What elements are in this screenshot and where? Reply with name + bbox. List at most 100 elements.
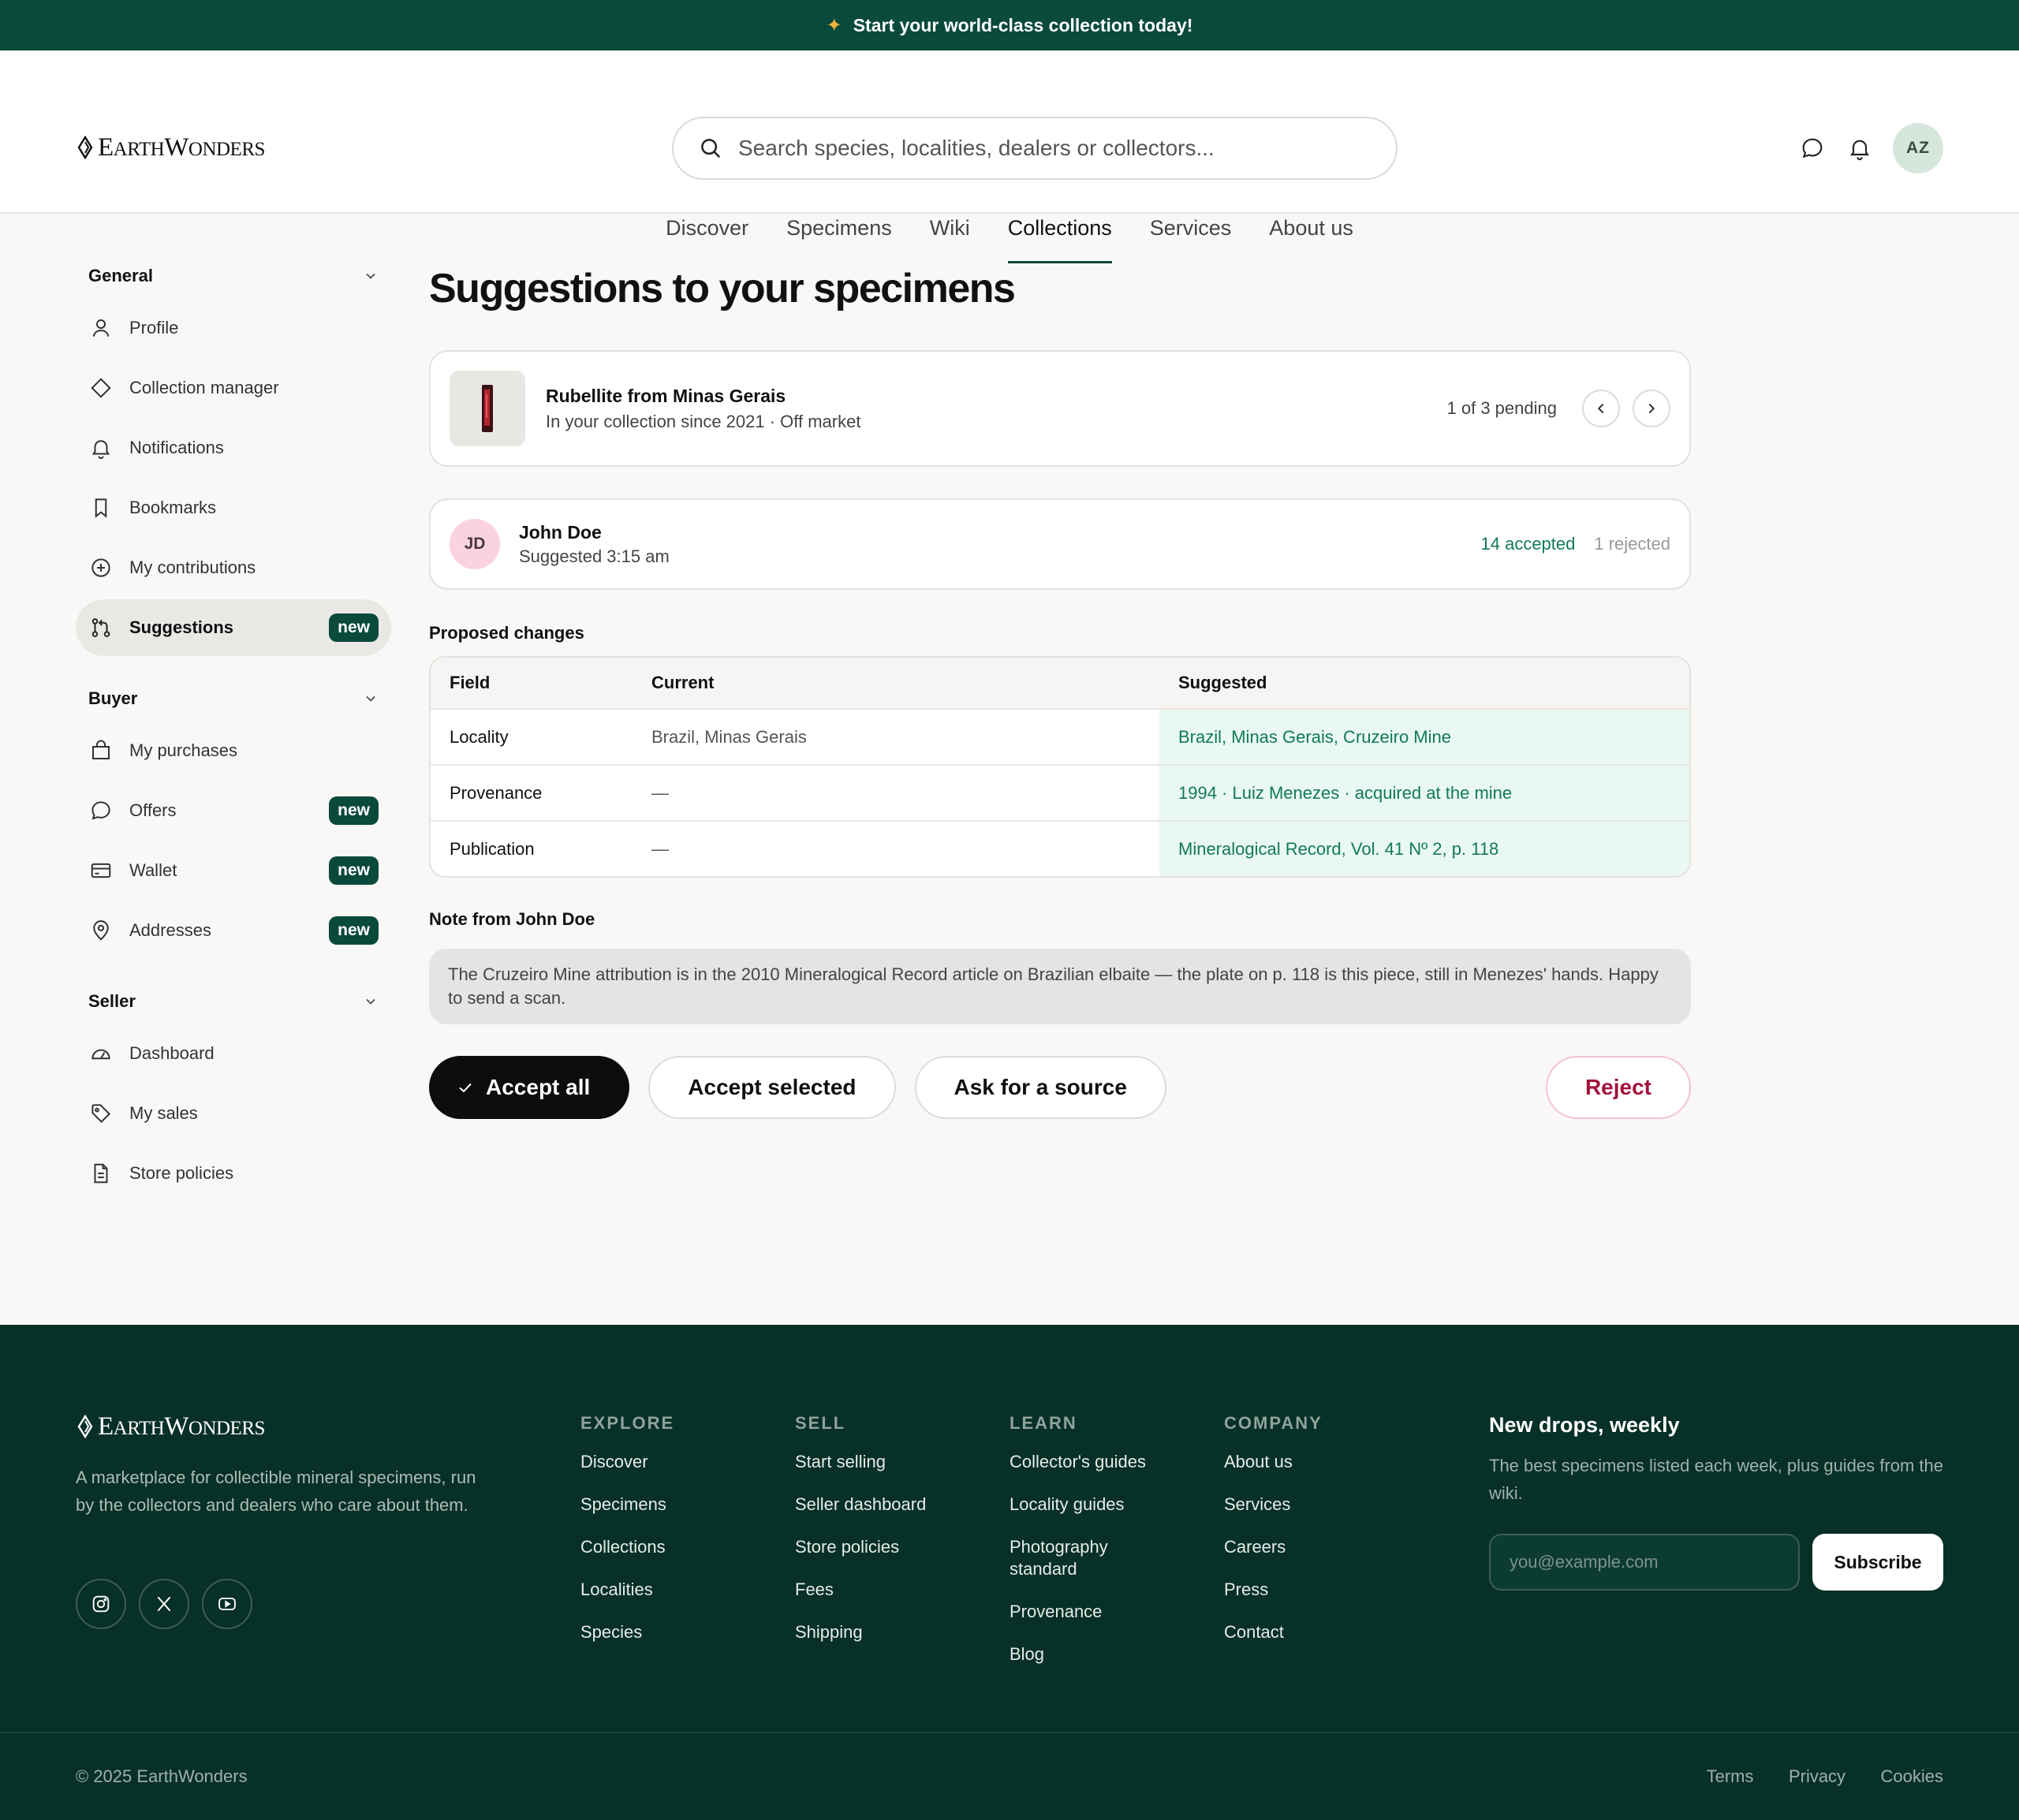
sidebar-item-label: My sales xyxy=(129,1103,198,1123)
footer-column-company: COMPANY About us Services Careers Press … xyxy=(1224,1413,1323,1664)
ask-for-source-button[interactable]: Ask for a source xyxy=(914,1056,1166,1119)
footer-link[interactable]: Fees xyxy=(795,1579,926,1601)
subscribe-button[interactable]: Subscribe xyxy=(1812,1534,1943,1591)
social-links xyxy=(76,1579,252,1629)
brand-logo[interactable]: EARTHWONDERS xyxy=(76,132,265,162)
logo-text: ARTH xyxy=(113,1418,165,1439)
footer-link[interactable]: Specimens xyxy=(580,1494,674,1516)
footer-link[interactable]: Contact xyxy=(1224,1621,1323,1643)
plus-circle-icon xyxy=(88,555,114,580)
footer-link[interactable]: Discover xyxy=(580,1451,674,1473)
table-row[interactable]: Publication — Mineralogical Record, Vol.… xyxy=(431,820,1689,876)
next-button[interactable] xyxy=(1633,390,1670,427)
logo-mark-icon xyxy=(77,1415,93,1438)
suggester-avatar: JD xyxy=(450,519,500,569)
action-bar: Accept all Accept selected Ask for a sou… xyxy=(429,1056,1691,1119)
sidebar-item-notifications[interactable]: Notifications xyxy=(76,420,391,476)
suggested-cell: Mineralogical Record, Vol. 41 Nº 2, p. 1… xyxy=(1159,820,1689,876)
nav-tab-specimens[interactable]: Specimens xyxy=(767,192,911,263)
sidebar-section-seller[interactable]: Seller xyxy=(76,978,391,1025)
sidebar-item-my-purchases[interactable]: My purchases xyxy=(76,722,391,779)
logo-text: ONDERS xyxy=(188,139,266,160)
accepted-count: 14 accepted xyxy=(1480,534,1576,554)
sidebar-item-suggestions[interactable]: Suggestions new xyxy=(76,599,391,656)
search-bar xyxy=(672,117,1398,180)
footer-link[interactable]: Blog xyxy=(1010,1643,1167,1665)
newsletter-signup: New drops, weekly The best specimens lis… xyxy=(1489,1413,1943,1591)
footer-link[interactable]: Store policies xyxy=(795,1536,926,1558)
check-icon xyxy=(459,1083,472,1093)
nav-tab-services[interactable]: Services xyxy=(1131,192,1251,263)
footer-link[interactable]: Locality guides xyxy=(1010,1494,1167,1516)
newsletter-email-input[interactable] xyxy=(1489,1534,1800,1591)
nav-tab-discover[interactable]: Discover xyxy=(647,192,767,263)
column-header: Suggested xyxy=(1159,658,1689,708)
sidebar-section-buyer[interactable]: Buyer xyxy=(76,675,391,722)
bookmark-icon xyxy=(88,495,114,520)
note-label: Note from John Doe xyxy=(429,909,595,929)
sidebar-section-general[interactable]: General xyxy=(76,252,391,300)
sidebar-item-label: Addresses xyxy=(129,920,211,940)
sidebar-item-my-sales[interactable]: My sales xyxy=(76,1085,391,1142)
crystal-image-icon xyxy=(482,385,493,432)
sidebar-item-collection-manager[interactable]: Collection manager xyxy=(76,360,391,416)
youtube-icon[interactable] xyxy=(202,1579,252,1629)
bell-icon[interactable] xyxy=(1845,134,1874,162)
reject-button[interactable]: Reject xyxy=(1545,1056,1691,1119)
sidebar-item-profile[interactable]: Profile xyxy=(76,300,391,356)
instagram-icon[interactable] xyxy=(76,1579,126,1629)
gauge-icon xyxy=(88,1041,114,1066)
footer-link[interactable]: Services xyxy=(1224,1494,1323,1516)
suggester-card[interactable]: JD John Doe Suggested 3:15 am 14 accepte… xyxy=(429,498,1691,590)
table-row[interactable]: Provenance — 1994 · Luiz Menezes · acqui… xyxy=(431,764,1689,820)
footer-link[interactable]: Photography standard xyxy=(1010,1536,1167,1580)
bell-icon xyxy=(88,435,114,461)
footer-link[interactable]: Press xyxy=(1224,1579,1323,1601)
new-badge: new xyxy=(329,614,379,642)
footer-logo[interactable]: EARTHWONDERS xyxy=(76,1412,265,1441)
footer-link[interactable]: Localities xyxy=(580,1579,674,1601)
user-icon xyxy=(88,315,114,341)
footer-link[interactable]: About us xyxy=(1224,1451,1323,1473)
sidebar-item-label: Bookmarks xyxy=(129,498,217,517)
footer-column-sell: SELL Start selling Seller dashboard Stor… xyxy=(795,1413,926,1664)
sidebar-item-store-policies[interactable]: Store policies xyxy=(76,1145,391,1202)
changes-table: Field Current Suggested Locality Brazil,… xyxy=(429,656,1691,878)
previous-button[interactable] xyxy=(1582,390,1620,427)
cookies-link[interactable]: Cookies xyxy=(1881,1766,1943,1786)
sidebar-item-label: My purchases xyxy=(129,740,237,760)
footer-link[interactable]: Collector's guides xyxy=(1010,1451,1167,1473)
nav-tab-wiki[interactable]: Wiki xyxy=(911,192,989,263)
messages-icon[interactable] xyxy=(1798,134,1827,162)
footer-link[interactable]: Collections xyxy=(580,1536,674,1558)
user-avatar[interactable]: AZ xyxy=(1893,123,1943,173)
sidebar-item-offers[interactable]: Offers new xyxy=(76,782,391,839)
sidebar-item-dashboard[interactable]: Dashboard xyxy=(76,1025,391,1082)
specimen-card[interactable]: Rubellite from Minas Gerais In your coll… xyxy=(429,350,1691,467)
footer-link[interactable]: Careers xyxy=(1224,1536,1323,1558)
footer-column-title: COMPANY xyxy=(1224,1413,1323,1433)
specimen-thumbnail xyxy=(450,371,525,446)
footer-link[interactable]: Provenance xyxy=(1010,1601,1167,1623)
document-icon xyxy=(88,1161,114,1186)
promo-banner[interactable]: ✦ Start your world-class collection toda… xyxy=(0,0,2019,50)
accept-all-button[interactable]: Accept all xyxy=(429,1056,630,1119)
nav-tab-collections[interactable]: Collections xyxy=(989,192,1131,263)
logo-text: E xyxy=(98,133,114,162)
footer-link[interactable]: Start selling xyxy=(795,1451,926,1473)
privacy-link[interactable]: Privacy xyxy=(1789,1766,1845,1786)
table-row[interactable]: Locality Brazil, Minas Gerais Brazil, Mi… xyxy=(431,708,1689,764)
tag-icon xyxy=(88,1101,114,1126)
accept-selected-button[interactable]: Accept selected xyxy=(648,1056,896,1119)
x-icon[interactable] xyxy=(139,1579,189,1629)
sidebar-item-wallet[interactable]: Wallet new xyxy=(76,842,391,899)
search-input[interactable] xyxy=(738,136,1353,161)
sidebar-item-addresses[interactable]: Addresses new xyxy=(76,902,391,959)
sidebar-item-my-contributions[interactable]: My contributions xyxy=(76,539,391,596)
footer-link[interactable]: Species xyxy=(580,1621,674,1643)
sidebar-item-bookmarks[interactable]: Bookmarks xyxy=(76,479,391,536)
nav-tab-about-us[interactable]: About us xyxy=(1250,192,1372,263)
footer-link[interactable]: Shipping xyxy=(795,1621,926,1643)
terms-link[interactable]: Terms xyxy=(1707,1766,1754,1786)
footer-link[interactable]: Seller dashboard xyxy=(795,1494,926,1516)
